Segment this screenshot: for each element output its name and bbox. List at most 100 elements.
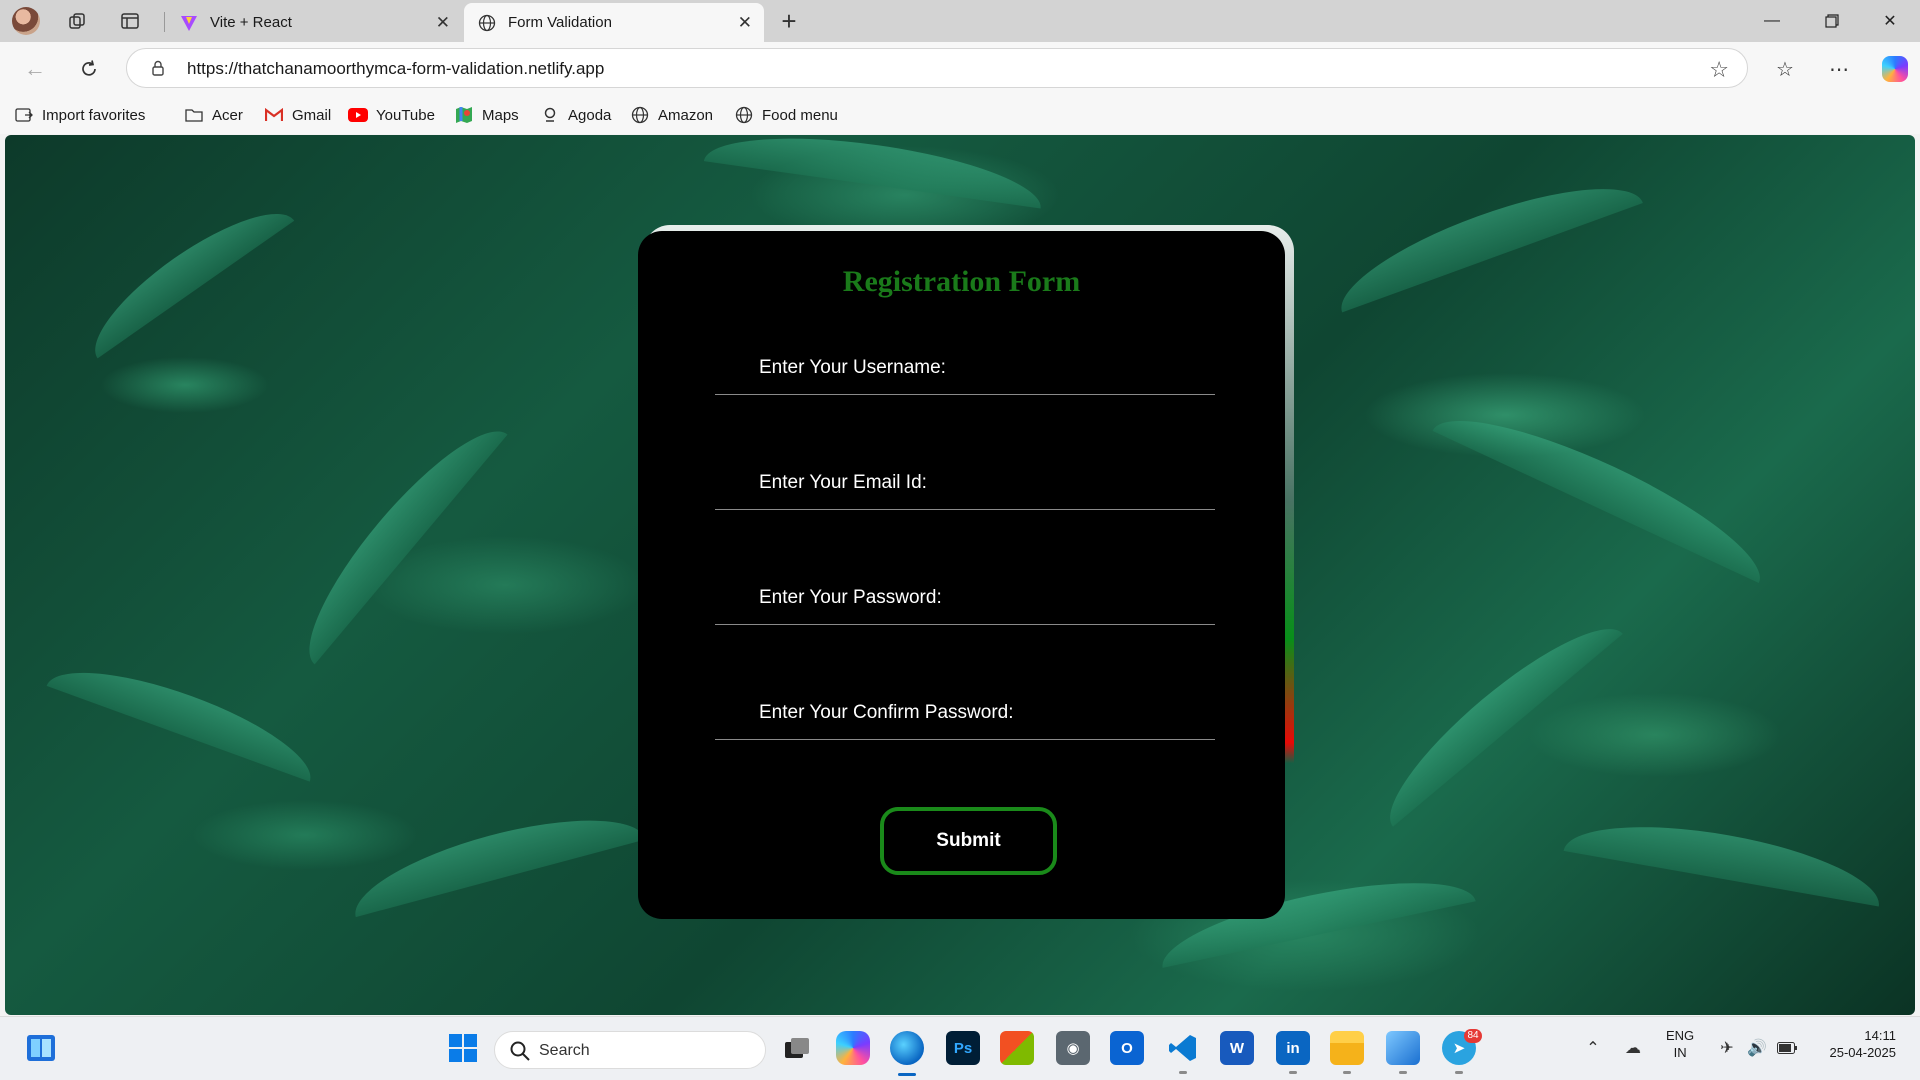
- agoda-icon: [540, 106, 560, 124]
- registration-form: Registration Form Enter Your Username: E…: [638, 231, 1285, 919]
- battery-icon[interactable]: [1776, 1037, 1798, 1059]
- back-button[interactable]: ←: [20, 54, 50, 84]
- import-icon: [14, 106, 34, 124]
- close-window-button[interactable]: ✕: [1860, 0, 1920, 42]
- lock-icon[interactable]: [149, 59, 167, 77]
- more-options-icon[interactable]: ⋯: [1824, 54, 1854, 84]
- active-app-indicator: [898, 1073, 916, 1076]
- network-icon[interactable]: ✈: [1716, 1037, 1738, 1059]
- favorite-agoda[interactable]: Agoda: [540, 104, 611, 126]
- favorite-label: Gmail: [292, 106, 332, 124]
- submit-button[interactable]: Submit: [880, 807, 1057, 875]
- minimize-button[interactable]: —: [1742, 0, 1802, 42]
- language-code: ENG: [1666, 1028, 1695, 1043]
- linkedin-icon[interactable]: in: [1276, 1031, 1310, 1065]
- microsoft-store-icon[interactable]: [1000, 1031, 1034, 1065]
- widgets-icon[interactable]: [24, 1031, 58, 1065]
- close-tab-icon[interactable]: ✕: [738, 13, 752, 33]
- file-explorer-icon[interactable]: [1330, 1031, 1364, 1065]
- confirm-password-field[interactable]: Enter Your Confirm Password:: [715, 680, 1215, 740]
- edge-icon[interactable]: [890, 1031, 924, 1065]
- language-indicator[interactable]: ENG IN: [1666, 1027, 1694, 1061]
- favorite-maps[interactable]: Maps: [454, 104, 519, 126]
- email-input[interactable]: [715, 450, 1215, 509]
- app-running-dot: [1343, 1071, 1351, 1074]
- username-field[interactable]: Enter Your Username:: [715, 335, 1215, 395]
- favorite-label: Acer: [212, 106, 243, 124]
- favorites-bar: Import favorites Acer Gmail YouTube Maps…: [0, 94, 1920, 134]
- email-field[interactable]: Enter Your Email Id:: [715, 450, 1215, 510]
- address-toolbar: ← https://thatchanamoorthymca-form-valid…: [0, 42, 1920, 94]
- form-title: Registration Form: [842, 265, 1081, 298]
- refresh-button[interactable]: [74, 54, 104, 84]
- search-icon: [509, 1040, 531, 1062]
- new-tab-button[interactable]: +: [776, 6, 802, 36]
- favorite-youtube[interactable]: YouTube: [348, 104, 435, 126]
- restore-button[interactable]: [1802, 0, 1862, 42]
- globe-icon: [478, 14, 496, 32]
- favorite-label: Import favorites: [42, 106, 146, 124]
- tab-form-validation[interactable]: Form Validation ✕: [464, 3, 764, 42]
- vertical-tabs-icon[interactable]: [117, 8, 143, 34]
- username-input[interactable]: [715, 335, 1215, 394]
- folder-icon: [184, 106, 204, 124]
- globe-icon: [630, 106, 650, 124]
- profile-avatar[interactable]: [12, 7, 40, 35]
- clock[interactable]: 14:11 25-04-2025: [1816, 1027, 1897, 1061]
- favorites-icon[interactable]: ☆: [1770, 54, 1800, 84]
- task-view-icon[interactable]: [780, 1031, 814, 1065]
- telegram-badge: 84: [1464, 1029, 1482, 1043]
- volume-icon[interactable]: 🔊: [1746, 1037, 1768, 1059]
- language-region: IN: [1673, 1045, 1687, 1060]
- address-bar[interactable]: https://thatchanamoorthymca-form-validat…: [126, 48, 1748, 88]
- password-input[interactable]: [715, 565, 1215, 624]
- url-text[interactable]: https://thatchanamoorthymca-form-validat…: [187, 59, 604, 79]
- youtube-icon: [348, 106, 368, 124]
- start-button[interactable]: [446, 1031, 480, 1065]
- favorite-star-icon[interactable]: ☆: [1709, 57, 1729, 83]
- maps-icon: [454, 106, 474, 124]
- camera-icon[interactable]: ◉: [1056, 1031, 1090, 1065]
- favorite-gmail[interactable]: Gmail: [264, 104, 331, 126]
- tab-title: Form Validation: [508, 14, 612, 31]
- clock-time: 14:11: [1864, 1028, 1896, 1043]
- app-running-dot: [1179, 1071, 1187, 1074]
- tab-vite-react[interactable]: Vite + React ✕: [166, 3, 462, 42]
- favorite-label: YouTube: [376, 106, 435, 124]
- favorite-label: Amazon: [658, 106, 714, 124]
- app-running-dot: [1455, 1071, 1463, 1074]
- workspaces-icon[interactable]: [64, 8, 90, 34]
- show-hidden-icons-chevron-icon[interactable]: ⌃: [1582, 1037, 1604, 1059]
- windows-taskbar: Search Ps ◉ O W in ➤ 84 ⌃ ☁ ENG IN ✈ 🔊 1…: [0, 1016, 1920, 1080]
- favorite-acer[interactable]: Acer: [184, 104, 243, 126]
- vite-icon: [180, 14, 198, 32]
- password-field[interactable]: Enter Your Password:: [715, 565, 1215, 625]
- word-icon[interactable]: W: [1220, 1031, 1254, 1065]
- outlook-icon[interactable]: O: [1110, 1031, 1144, 1065]
- onedrive-icon[interactable]: ☁: [1622, 1037, 1644, 1059]
- favorite-label: Food menu: [762, 106, 838, 124]
- favorite-import[interactable]: Import favorites: [14, 104, 145, 126]
- close-tab-icon[interactable]: ✕: [436, 13, 450, 33]
- page-viewport: Registration Form Enter Your Username: E…: [5, 135, 1915, 1015]
- tab-separator: [164, 12, 165, 32]
- favorite-label: Agoda: [568, 106, 612, 124]
- app-running-dot: [1399, 1071, 1407, 1074]
- photoshop-icon[interactable]: Ps: [946, 1031, 980, 1065]
- photos-icon[interactable]: [1386, 1031, 1420, 1065]
- tab-title: Vite + React: [210, 14, 292, 31]
- copilot-app-icon[interactable]: [836, 1031, 870, 1065]
- favorite-food-menu[interactable]: Food menu: [734, 104, 838, 126]
- tab-strip: Vite + React ✕ Form Validation ✕ + — ✕: [0, 0, 1920, 42]
- gmail-icon: [264, 106, 284, 124]
- vscode-icon[interactable]: [1166, 1031, 1200, 1065]
- confirm-password-input[interactable]: [715, 680, 1215, 739]
- globe-icon: [734, 106, 754, 124]
- clock-date: 25-04-2025: [1829, 1045, 1897, 1060]
- favorite-amazon[interactable]: Amazon: [630, 104, 713, 126]
- copilot-icon[interactable]: [1880, 54, 1910, 84]
- search-placeholder: Search: [539, 1042, 590, 1059]
- taskbar-search[interactable]: Search: [494, 1031, 766, 1069]
- favorite-label: Maps: [482, 106, 519, 124]
- app-running-dot: [1289, 1071, 1297, 1074]
